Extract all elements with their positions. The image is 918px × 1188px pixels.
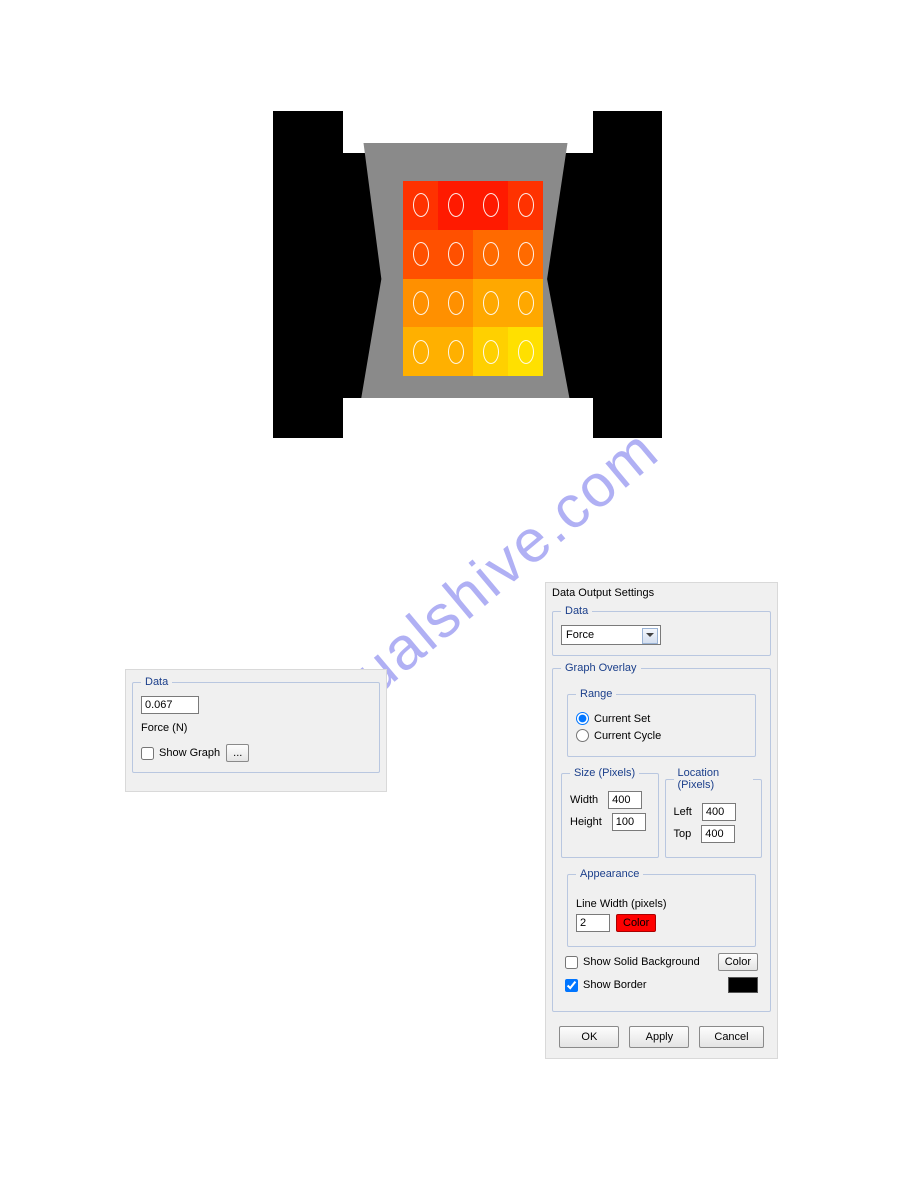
top-input[interactable] xyxy=(701,825,735,843)
width-label: Width xyxy=(570,794,598,806)
data-source-dropdown[interactable]: Force xyxy=(561,625,661,645)
height-input[interactable] xyxy=(612,813,646,831)
top-label: Top xyxy=(674,828,692,840)
width-input[interactable] xyxy=(608,791,642,809)
line-width-input[interactable] xyxy=(576,914,610,932)
chevron-down-icon xyxy=(646,633,654,637)
range-group: Range Current Set Current Cycle xyxy=(567,688,756,757)
size-legend: Size (Pixels) xyxy=(570,767,639,779)
data-value-field xyxy=(141,696,199,714)
data-output-settings-dialog: Data Output Settings Data Force Graph Ov… xyxy=(545,582,778,1059)
data-unit-label: Force (N) xyxy=(141,722,371,734)
location-legend: Location (Pixels) xyxy=(674,767,754,791)
strain-heatmap xyxy=(403,181,543,376)
height-label: Height xyxy=(570,816,602,828)
apply-button[interactable]: Apply xyxy=(629,1026,689,1048)
show-solid-bg-checkbox[interactable]: Show Solid Background xyxy=(565,956,700,969)
data-group-legend: Data xyxy=(561,605,592,617)
graph-overlay-group: Graph Overlay Range Current Set Current … xyxy=(552,662,771,1012)
show-graph-label: Show Graph xyxy=(159,747,220,759)
data-mini-panel: Data Force (N) Show Graph ... xyxy=(125,669,387,792)
dialog-title: Data Output Settings xyxy=(546,583,777,599)
left-label: Left xyxy=(674,806,692,818)
range-current-set-radio[interactable]: Current Set xyxy=(576,712,650,725)
show-border-checkbox[interactable]: Show Border xyxy=(565,979,647,992)
data-source-selected: Force xyxy=(566,629,594,641)
cancel-button[interactable]: Cancel xyxy=(699,1026,763,1048)
location-group: Location (Pixels) Left Top xyxy=(665,767,763,858)
graph-overlay-legend: Graph Overlay xyxy=(561,662,641,674)
range-current-cycle-label: Current Cycle xyxy=(594,730,661,742)
specimen-image xyxy=(273,111,662,438)
range-current-cycle-radio[interactable]: Current Cycle xyxy=(576,729,661,742)
ok-button[interactable]: OK xyxy=(559,1026,619,1048)
range-legend: Range xyxy=(576,688,616,700)
size-group: Size (Pixels) Width Height xyxy=(561,767,659,858)
line-color-button[interactable]: Color xyxy=(616,914,656,932)
show-graph-checkbox[interactable]: Show Graph xyxy=(141,747,220,760)
range-current-set-label: Current Set xyxy=(594,713,650,725)
appearance-legend: Appearance xyxy=(576,868,643,880)
border-color-swatch[interactable] xyxy=(728,977,758,993)
more-button[interactable]: ... xyxy=(226,744,249,762)
left-input[interactable] xyxy=(702,803,736,821)
show-border-label: Show Border xyxy=(583,979,647,991)
mini-legend: Data xyxy=(141,676,172,688)
bg-color-button[interactable]: Color xyxy=(718,953,758,971)
appearance-group: Appearance Line Width (pixels) Color xyxy=(567,868,756,947)
show-solid-bg-label: Show Solid Background xyxy=(583,956,700,968)
line-width-label: Line Width (pixels) xyxy=(576,898,747,910)
data-group: Data Force xyxy=(552,605,771,656)
